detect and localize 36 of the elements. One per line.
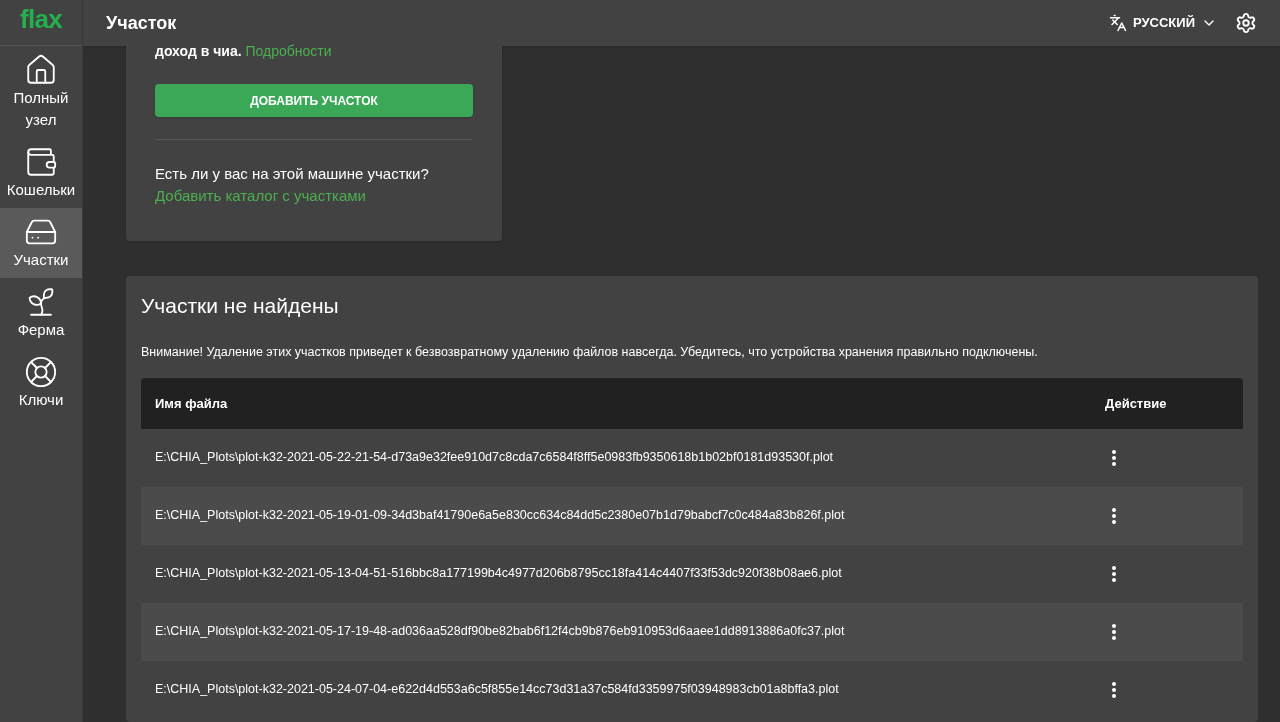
more-icon: [1112, 681, 1116, 698]
more-icon: [1112, 565, 1116, 582]
more-icon: [1112, 507, 1116, 524]
more-icon: [1112, 623, 1116, 640]
more-icon: [1112, 449, 1116, 466]
file-name: E:\CHIA_Plots\plot-k32-2021-05-13-04-51-516bbc8a177199b4c4977d206b8795cc18fa414c4407f33f53dc920f38b08ae6.plot: [155, 565, 843, 583]
lifebuoy-icon: [24, 355, 58, 389]
file-name: E:\CHIA_Plots\plot-k32-2021-05-22-21-54-d73a9e32fee910d7c8cda7c6584f8ff5e0983fb9350618b1b02bf0181d93530f.plot: [155, 449, 835, 467]
house-icon: [24, 53, 58, 87]
logo: flax: [19, 5, 63, 32]
file-name: E:\CHIA_Plots\plot-k32-2021-05-24-07-04-e622d4d553a6c5f855e14cc73d31a37c584fd3359975f03948983cb01a8bffa3.plot: [155, 681, 840, 699]
nav-item[interactable]: Ключи: [0, 348, 82, 418]
column-header: Имя файла: [155, 394, 229, 413]
more-button[interactable]: [1110, 679, 1118, 700]
wallet-icon: [24, 145, 58, 179]
language-button[interactable]: РУССКИЙ: [1109, 13, 1217, 33]
translate-icon: [1109, 14, 1127, 32]
more-button[interactable]: [1110, 505, 1118, 526]
more-button[interactable]: [1110, 621, 1118, 642]
more-button[interactable]: [1110, 563, 1118, 584]
more-button[interactable]: [1110, 447, 1118, 468]
question-text: Есть ли у вас на этой машине участки?: [155, 164, 430, 184]
nav-item[interactable]: Ферма: [0, 278, 82, 348]
file-name: E:\CHIA_Plots\plot-k32-2021-05-19-01-09-34d3baf41790e6a5e830cc634c84dd5c2380e07b1d79babcf7c0c484a83b826f.plot: [155, 507, 846, 525]
card-title: Участки не найдены: [141, 293, 340, 319]
column-header: Действие: [1105, 394, 1168, 413]
details-link[interactable]: Подробности: [245, 43, 332, 59]
nav-item[interactable]: Полный узел: [0, 46, 82, 138]
file-name: E:\CHIA_Plots\plot-k32-2021-05-17-19-48-ad036aa528df90be82bab6f12f4cb9b876eb910953d6aaee1dd8913886a0fc37.plot: [155, 623, 846, 641]
nav-item[interactable]: Кошельки: [0, 138, 82, 208]
card-text: доход в чиа. Подробности: [155, 44, 333, 58]
settings-icon[interactable]: [1235, 12, 1257, 34]
warning-text: Внимание! Удаление этих участков приведет к безвозвратному удалению файлов навсегда. Убедитесь, что устройства хранения правильно подключены.: [141, 344, 1039, 361]
add-directory-link[interactable]: Добавить каталог с участками: [155, 185, 473, 207]
page-title: Участок: [106, 11, 177, 35]
nav-item[interactable]: Участки: [0, 208, 82, 278]
